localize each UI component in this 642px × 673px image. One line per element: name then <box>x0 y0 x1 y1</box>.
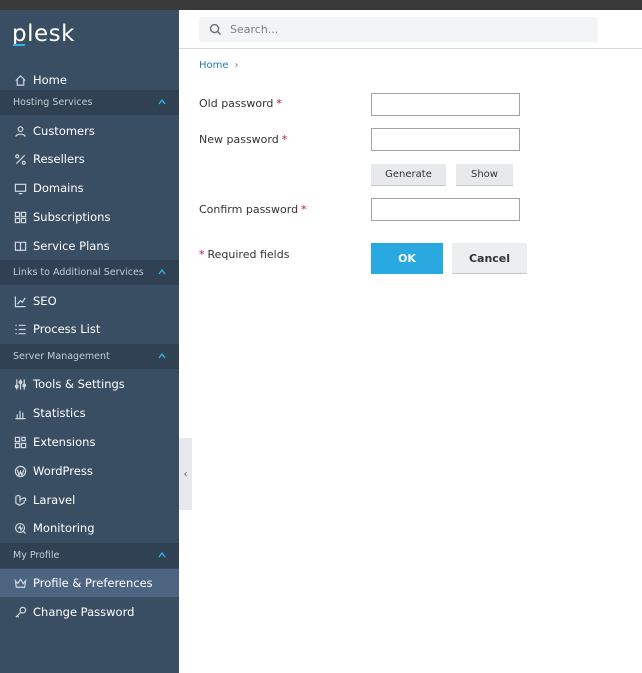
sidebar-item-label: Process List <box>33 322 101 336</box>
section-hosting-services[interactable]: Hosting Services <box>0 90 179 115</box>
monitor-icon <box>13 181 27 195</box>
sidebar-item-label: WordPress <box>33 464 93 478</box>
sidebar-item-label: Laravel <box>33 493 76 507</box>
book-icon <box>13 239 27 253</box>
sidebar-item-label: SEO <box>33 294 57 308</box>
old-password-label: Old password * <box>199 97 282 110</box>
chevron-right-icon: › <box>234 60 239 71</box>
sidebar-item-label: Monitoring <box>33 521 95 535</box>
chevron-up-icon <box>157 550 167 560</box>
new-password-field[interactable] <box>371 128 520 151</box>
section-title: Links to Additional Services <box>13 267 144 278</box>
confirm-password-label-text: Confirm password <box>199 203 299 216</box>
crown-icon <box>13 576 27 590</box>
section-title: Hosting Services <box>13 97 93 108</box>
percent-icon <box>13 152 27 166</box>
required-marker: * <box>281 133 288 146</box>
sidebar-item-monitoring[interactable]: Monitoring <box>0 514 179 542</box>
sidebar-item-laravel[interactable]: Laravel <box>0 486 179 514</box>
sidebar-item-wordpress[interactable]: WordPress <box>0 457 179 485</box>
wordpress-icon <box>13 464 27 478</box>
sidebar-item-label: Extensions <box>33 435 96 449</box>
user-icon <box>13 124 27 138</box>
key-icon <box>13 605 27 619</box>
breadcrumb-home-link[interactable]: Home <box>199 60 229 71</box>
search-bar[interactable] <box>199 17 598 42</box>
chevron-left-icon: ‹ <box>183 468 188 480</box>
extensions-icon <box>13 435 27 449</box>
window-top-strip <box>0 0 642 10</box>
sidebar-item-profile-preferences[interactable]: Profile & Preferences <box>0 569 179 597</box>
bar-chart-icon <box>13 406 27 420</box>
new-password-label: New password * <box>199 133 287 146</box>
search-icon <box>209 23 230 36</box>
logo-accent <box>13 44 25 46</box>
list-icon <box>13 322 27 336</box>
sidebar-item-label: Statistics <box>33 406 86 420</box>
sidebar-item-customers[interactable]: Customers <box>0 117 179 145</box>
sidebar-item-label: Home <box>33 73 67 87</box>
sidebar-item-label: Subscriptions <box>33 210 111 224</box>
sidebar-item-statistics[interactable]: Statistics <box>0 399 179 427</box>
chevron-up-icon <box>157 97 167 107</box>
sidebar-item-seo[interactable]: SEO <box>0 287 179 315</box>
section-title: My Profile <box>13 550 60 561</box>
sidebar-item-label: Change Password <box>33 605 135 619</box>
breadcrumb: Home › <box>199 60 239 71</box>
sidebar-item-label: Tools & Settings <box>33 377 125 391</box>
new-password-label-text: New password <box>199 133 279 146</box>
sidebar-item-label: Profile & Preferences <box>33 576 153 590</box>
grid-icon <box>13 210 27 224</box>
sidebar-item-service-plans[interactable]: Service Plans <box>0 232 179 260</box>
show-button[interactable]: Show <box>456 164 513 186</box>
generate-button[interactable]: Generate <box>371 164 446 186</box>
sliders-icon <box>13 377 27 391</box>
sidebar-item-change-password[interactable]: Change Password <box>0 598 179 626</box>
old-password-field[interactable] <box>371 93 520 116</box>
sidebar-item-subscriptions[interactable]: Subscriptions <box>0 203 179 231</box>
chart-up-icon <box>13 294 27 308</box>
laravel-icon <box>13 493 27 507</box>
sidebar-item-domains[interactable]: Domains <box>0 174 179 202</box>
sidebar-collapse-handle[interactable]: ‹ <box>179 438 192 510</box>
confirm-password-label: Confirm password * <box>199 203 307 216</box>
plesk-logo: plesk <box>12 21 75 47</box>
header-divider <box>179 48 642 49</box>
section-title: Server Management <box>13 351 110 362</box>
section-my-profile[interactable]: My Profile <box>0 543 179 568</box>
sidebar-item-label: Domains <box>33 181 84 195</box>
required-fields-note: * Required fields <box>199 248 289 261</box>
ok-button[interactable]: OK <box>371 243 443 274</box>
required-marker: * <box>276 97 282 110</box>
chevron-up-icon <box>157 351 167 361</box>
section-server-management[interactable]: Server Management <box>0 344 179 369</box>
home-icon <box>13 73 27 87</box>
old-password-label-text: Old password <box>199 97 274 110</box>
confirm-password-field[interactable] <box>371 198 520 221</box>
sidebar-item-resellers[interactable]: Resellers <box>0 145 179 173</box>
required-fields-text: Required fields <box>207 248 290 261</box>
chevron-up-icon <box>157 267 167 277</box>
sidebar-item-label: Service Plans <box>33 239 110 253</box>
monitoring-icon <box>13 521 27 535</box>
sidebar-item-process-list[interactable]: Process List <box>0 315 179 343</box>
search-input[interactable] <box>230 23 570 36</box>
sidebar-item-label: Resellers <box>33 152 85 166</box>
required-marker: * <box>199 248 205 261</box>
sidebar-item-label: Customers <box>33 124 95 138</box>
section-additional-services[interactable]: Links to Additional Services <box>0 260 179 285</box>
sidebar: plesk Home Hosting Services Customers Re… <box>0 10 179 673</box>
cancel-button[interactable]: Cancel <box>452 243 527 274</box>
sidebar-item-extensions[interactable]: Extensions <box>0 428 179 456</box>
required-marker: * <box>301 203 307 216</box>
sidebar-item-tools-settings[interactable]: Tools & Settings <box>0 370 179 398</box>
